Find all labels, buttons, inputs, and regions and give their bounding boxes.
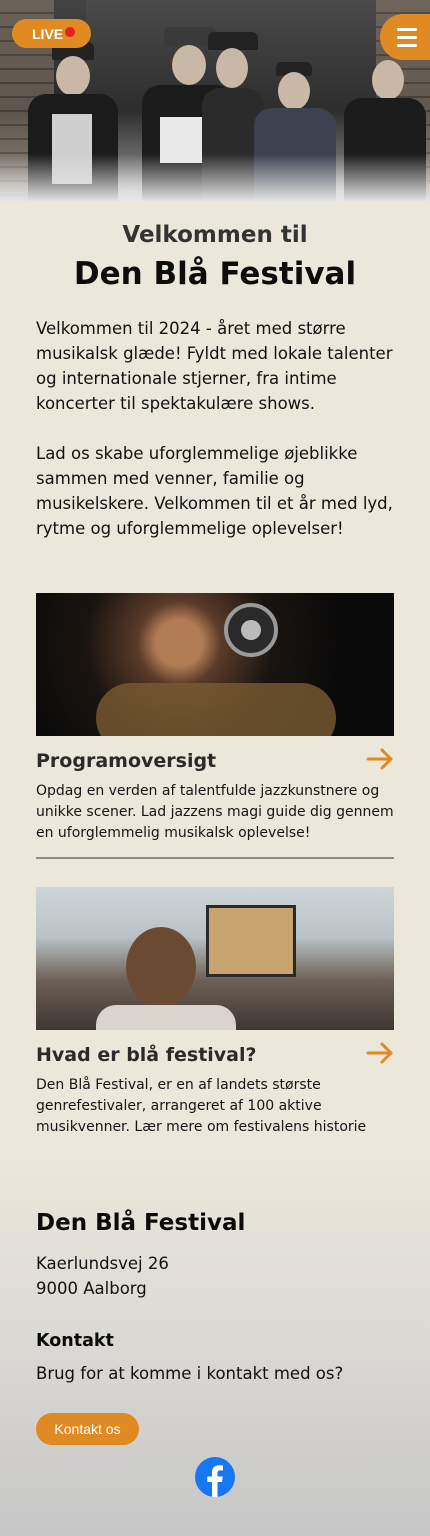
live-badge[interactable]: LIVE	[12, 19, 91, 48]
footer-address: Kaerlundsvej 26 9000 Aalborg	[36, 1251, 169, 1301]
footer-title: Den Blå Festival	[36, 1210, 246, 1236]
hamburger-menu-icon	[397, 43, 417, 47]
intro-paragraph: Velkommen til 2024 - året med større mus…	[36, 319, 393, 413]
program-card-image	[36, 593, 394, 736]
snow-ground	[0, 154, 430, 202]
live-label: LIVE	[32, 25, 64, 42]
card-divider	[36, 857, 394, 859]
arrow-right-icon[interactable]	[366, 748, 394, 770]
page-title: Den Blå Festival	[73, 256, 357, 292]
contact-heading: Kontakt	[36, 1331, 114, 1351]
about-card-image	[36, 887, 394, 1030]
menu-button[interactable]	[380, 14, 430, 60]
facebook-icon[interactable]	[195, 1457, 235, 1497]
contact-text: Brug for at komme i kontakt med os?	[36, 1364, 344, 1383]
contact-button[interactable]: Kontakt os	[36, 1413, 139, 1445]
intro-paragraph: Lad os skabe uforglemmelige øjeblikke sa…	[36, 444, 393, 538]
intro-text: Velkommen til 2024 - året med større mus…	[36, 316, 398, 541]
address-line: 9000 Aalborg	[36, 1279, 147, 1298]
address-line: Kaerlundsvej 26	[36, 1254, 169, 1273]
program-card-title: Programoversigt	[36, 750, 217, 772]
program-card[interactable]: Programoversigt Opdag en verden af talen…	[36, 593, 394, 844]
stage-screen	[206, 905, 296, 977]
arrow-right-icon[interactable]	[366, 1042, 394, 1064]
microphone-image	[224, 603, 278, 657]
program-card-text: Opdag en verden af talentfulde jazzkunst…	[36, 783, 394, 841]
hamburger-menu-icon	[397, 35, 417, 39]
about-card-title: Hvad er blå festival?	[36, 1044, 257, 1066]
about-card[interactable]: Hvad er blå festival? Den Blå Festival, …	[36, 887, 394, 1138]
about-card-text: Den Blå Festival, er en af landets størs…	[36, 1077, 367, 1135]
welcome-subtitle: Velkommen til	[122, 222, 308, 248]
live-indicator-dot	[65, 27, 75, 37]
hamburger-menu-icon	[397, 27, 417, 31]
